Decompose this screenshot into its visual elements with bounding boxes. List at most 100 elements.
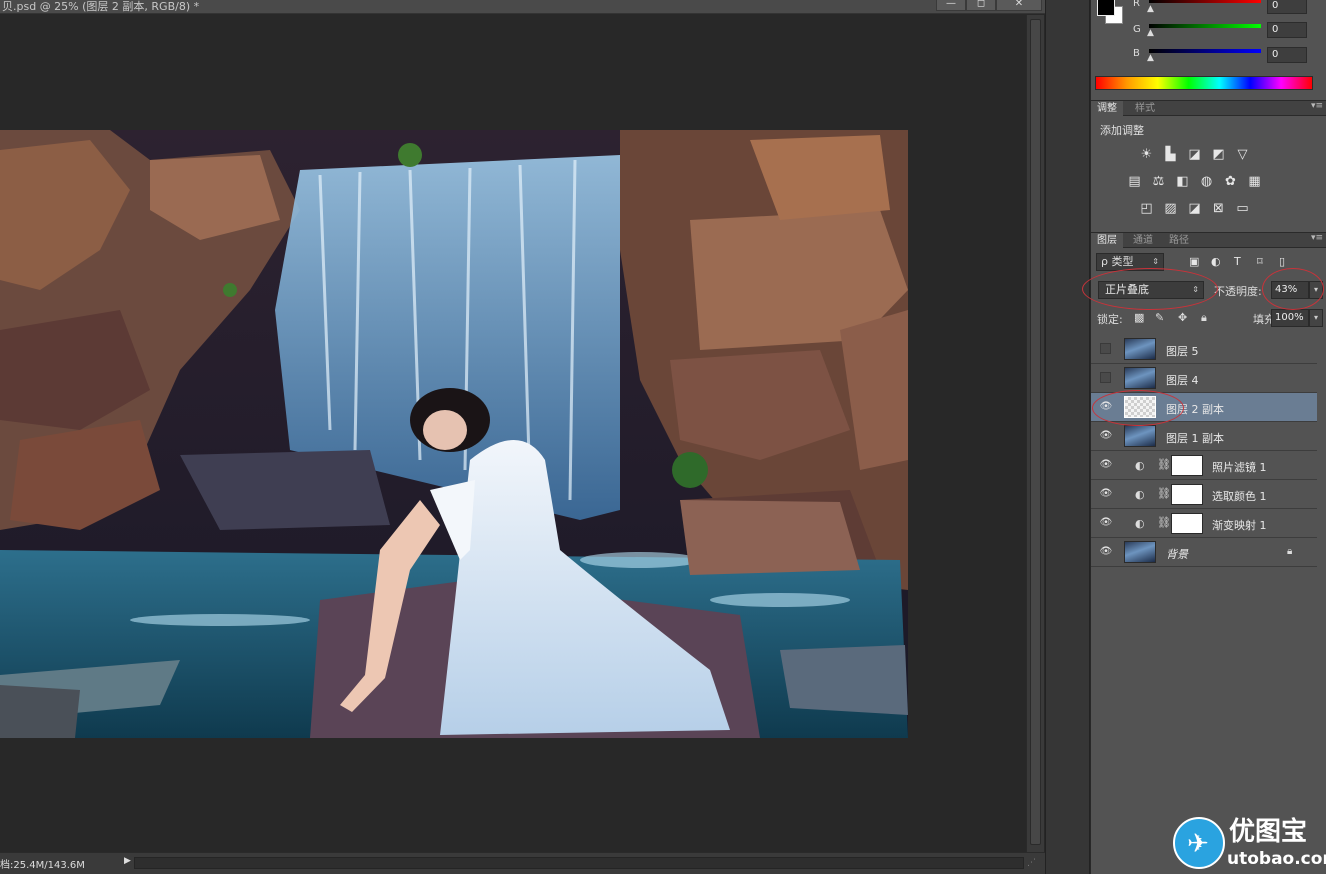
layer-thumbnail <box>1124 367 1156 389</box>
right-panel-dock: R ▲ 0 G ▲ 0 B ▲ 0 调整 样式 ▾≡ 添加调整 ☀ ▙ ◪ ◩ … <box>1091 0 1326 874</box>
tab-adjustments[interactable]: 调整 <box>1091 101 1123 116</box>
chain-link-icon[interactable]: ⛓︎ <box>1157 516 1171 529</box>
foreground-color-swatch[interactable] <box>1097 0 1115 16</box>
channel-r-slider-handle-icon[interactable]: ▲ <box>1147 4 1154 14</box>
layers-panel-menu-icon[interactable]: ▾≡ <box>1311 233 1323 243</box>
adjustments-panel: 添加调整 ☀ ▙ ◪ ◩ ▽ ▤ ⚖ ◧ ◍ ✿ ▦ ◰ ▨ ◪ ⊠ ▭ <box>1091 117 1326 230</box>
layer-thumbnail <box>1124 425 1156 447</box>
channel-r-slider-track[interactable] <box>1149 0 1261 3</box>
panel-menu-icon[interactable]: ▾≡ <box>1311 101 1323 111</box>
filter-shape-icon[interactable]: ⌑ <box>1257 255 1263 268</box>
invert-icon[interactable]: ◰ <box>1138 202 1155 216</box>
layer-row[interactable]: 图层 5 <box>1091 335 1317 364</box>
layer-name: 照片滤镜 1 <box>1212 461 1267 474</box>
chain-link-icon[interactable]: ⛓︎ <box>1157 487 1171 500</box>
layer-row[interactable]: 图层 4 <box>1091 364 1317 393</box>
tab-paths[interactable]: 路径 <box>1163 233 1195 248</box>
selective-color-icon[interactable]: ⊠ <box>1210 202 1227 216</box>
horizontal-scrollbar[interactable] <box>134 857 1024 869</box>
layer-thumbnail <box>1124 338 1156 360</box>
chain-link-icon[interactable]: ⛓︎ <box>1157 458 1171 471</box>
annotation-ellipse-blend-mode <box>1082 268 1218 310</box>
lock-all-icon[interactable]: 🔒︎ <box>1201 311 1207 325</box>
status-menu-arrow-icon[interactable]: ▶ <box>124 856 131 866</box>
color-balance-icon[interactable]: ⚖ <box>1150 175 1167 189</box>
adjustment-layer-row[interactable]: 👁︎ ◐ ⛓︎ 照片滤镜 1 <box>1091 451 1317 480</box>
panel-dock-gutter <box>1045 0 1090 874</box>
channel-g-value[interactable]: 0 <box>1267 22 1307 38</box>
channel-g-slider-track[interactable] <box>1149 24 1261 28</box>
threshold-icon[interactable]: ◪ <box>1186 202 1203 216</box>
visibility-off-toggle[interactable] <box>1100 372 1111 383</box>
tab-styles[interactable]: 样式 <box>1129 101 1161 116</box>
vibrance-icon[interactable]: ▤ <box>1126 175 1143 189</box>
layer-mask-thumbnail[interactable] <box>1171 455 1203 476</box>
layers-panel: ρ 类型 ⇕ ▣ ◐ T ⌑ ▯ 正片叠底 ⇕ 不透明度: 43% ▾ 锁定: ▩ … <box>1091 249 1326 874</box>
status-bar: 档:25.4M/143.6M ▶ ⋰ <box>0 852 1045 874</box>
background-layer-row[interactable]: 👁︎ 背景 🔒︎ <box>1091 538 1317 567</box>
fill-dropdown-icon[interactable]: ▾ <box>1309 309 1323 327</box>
channel-g-slider-handle-icon[interactable]: ▲ <box>1147 28 1154 38</box>
channel-b-value[interactable]: 0 <box>1267 47 1307 63</box>
layer-list: 图层 5 图层 4 👁︎ 图层 2 副本 👁︎ 图层 1 副本 👁︎ ◐ ⛓︎ … <box>1091 335 1317 567</box>
levels-icon[interactable]: ▙ <box>1162 148 1179 162</box>
curves-icon[interactable]: ◪ <box>1186 148 1203 162</box>
document-title: 贝.psd @ 25% (图层 2 副本, RGB/8) * <box>2 0 200 13</box>
scrollbar-thumb[interactable] <box>1030 19 1041 845</box>
lock-transparency-icon[interactable]: ▩ <box>1134 311 1144 324</box>
posterize-icon[interactable]: ▨ <box>1162 202 1179 216</box>
channel-b-slider-handle-icon[interactable]: ▲ <box>1147 53 1154 63</box>
filter-type-icon[interactable]: T <box>1234 255 1241 268</box>
layer-mask-thumbnail[interactable] <box>1171 513 1203 534</box>
filter-smart-object-icon[interactable]: ▯ <box>1279 255 1285 268</box>
canvas-photo[interactable] <box>0 130 908 738</box>
brightness-contrast-icon[interactable]: ☀ <box>1138 148 1155 162</box>
eye-icon[interactable]: 👁︎ <box>1099 546 1113 558</box>
maximize-button[interactable]: ◻ <box>966 0 996 11</box>
photoshop-window: 贝.psd @ 25% (图层 2 副本, RGB/8) * — ◻ ✕ 档:2… <box>0 0 1326 874</box>
resize-grip-icon[interactable]: ⋰ <box>1027 858 1036 868</box>
visibility-off-toggle[interactable] <box>1100 343 1111 354</box>
adjustment-layer-icon: ◐ <box>1135 488 1145 501</box>
layer-mask-thumbnail[interactable] <box>1171 484 1203 505</box>
gradient-triangle-icon[interactable]: ▽ <box>1234 148 1251 162</box>
tab-channels[interactable]: 通道 <box>1127 233 1159 248</box>
adjustment-layer-icon: ◐ <box>1135 517 1145 530</box>
channel-mixer-icon[interactable]: ✿ <box>1222 175 1239 189</box>
adjustment-layer-row[interactable]: 👁︎ ◐ ⛓︎ 渐变映射 1 <box>1091 509 1317 538</box>
channel-r-label: R <box>1133 0 1140 9</box>
lock-image-pixels-icon[interactable]: ✎ <box>1155 311 1164 324</box>
minimize-button[interactable]: — <box>936 0 966 11</box>
eye-icon[interactable]: 👁︎ <box>1099 430 1113 442</box>
lock-label: 锁定: <box>1097 313 1123 326</box>
close-button[interactable]: ✕ <box>996 0 1042 11</box>
fill-input[interactable]: 100% <box>1271 309 1309 327</box>
document-titlebar[interactable]: 贝.psd @ 25% (图层 2 副本, RGB/8) * — ◻ ✕ <box>0 0 1045 14</box>
layer-thumbnail <box>1124 541 1156 563</box>
eye-icon[interactable]: 👁︎ <box>1099 459 1113 471</box>
filter-pixel-icon[interactable]: ▣ <box>1189 255 1199 268</box>
color-spectrum-bar[interactable] <box>1095 76 1313 90</box>
eye-icon[interactable]: 👁︎ <box>1099 488 1113 500</box>
adjustments-tabbar: 调整 样式 ▾≡ <box>1091 100 1326 116</box>
lock-position-icon[interactable]: ✥ <box>1178 311 1187 324</box>
color-panel: R ▲ 0 G ▲ 0 B ▲ 0 <box>1091 0 1326 100</box>
layer-name: 图层 4 <box>1166 374 1199 387</box>
tab-layers[interactable]: 图层 <box>1091 233 1123 248</box>
adjustment-layer-row[interactable]: 👁︎ ◐ ⛓︎ 选取颜色 1 <box>1091 480 1317 509</box>
canvas-area[interactable] <box>0 15 1026 851</box>
channel-b-slider-track[interactable] <box>1149 49 1261 53</box>
photo-filter-icon[interactable]: ◍ <box>1198 175 1215 189</box>
filter-adjustment-icon[interactable]: ◐ <box>1211 255 1221 268</box>
vertical-scrollbar[interactable] <box>1026 15 1044 853</box>
eye-icon[interactable]: 👁︎ <box>1099 517 1113 529</box>
annotation-ellipse-opacity <box>1262 268 1324 310</box>
black-white-icon[interactable]: ◧ <box>1174 175 1191 189</box>
watermark-domain-text: utobao.com <box>1227 849 1326 869</box>
filter-type-label: ρ 类型 <box>1101 255 1134 268</box>
color-lookup-icon[interactable]: ▦ <box>1246 175 1263 189</box>
gradient-map-icon[interactable]: ▭ <box>1234 202 1251 216</box>
channel-r-value[interactable]: 0 <box>1267 0 1307 14</box>
layer-row[interactable]: 👁︎ 图层 1 副本 <box>1091 422 1317 451</box>
exposure-icon[interactable]: ◩ <box>1210 148 1227 162</box>
